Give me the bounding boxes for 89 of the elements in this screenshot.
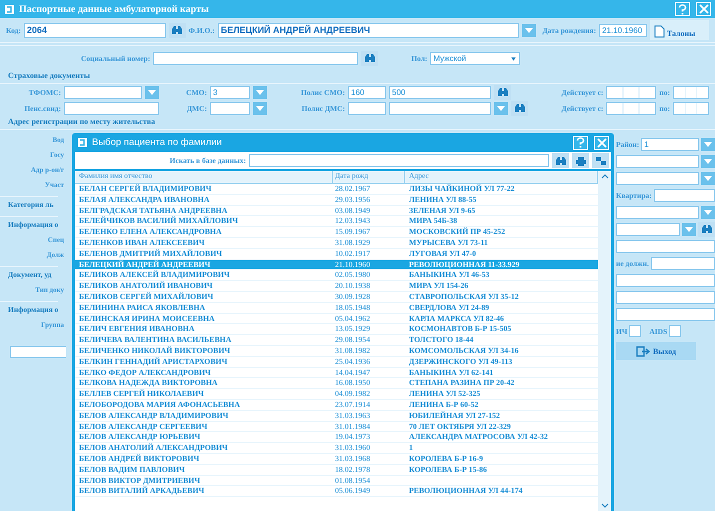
text-field[interactable] <box>654 188 715 202</box>
close-button[interactable] <box>594 136 609 150</box>
close-button[interactable] <box>696 2 711 16</box>
birth-date-field[interactable]: 21.10.1960 <box>599 24 647 36</box>
chevron-up-icon[interactable] <box>600 174 608 179</box>
date-field[interactable] <box>673 86 709 98</box>
binoculars-icon <box>496 87 508 97</box>
search-button[interactable] <box>494 84 511 100</box>
caret-icon <box>509 54 518 62</box>
polis-number-field[interactable] <box>389 102 491 114</box>
checkbox[interactable] <box>629 325 642 337</box>
text-field[interactable] <box>616 206 699 218</box>
code-field[interactable]: 2064 <box>24 22 166 38</box>
caret-icon <box>704 210 712 214</box>
help-button[interactable] <box>675 2 690 16</box>
search-field[interactable] <box>249 154 549 167</box>
dropdown-button[interactable] <box>682 222 696 236</box>
print-button[interactable] <box>572 153 589 168</box>
pension-field[interactable] <box>64 102 159 114</box>
caret-icon <box>148 90 156 94</box>
text-field[interactable] <box>616 290 715 304</box>
text-field[interactable] <box>616 308 715 320</box>
checkbox[interactable] <box>669 325 682 337</box>
chevron-down-icon[interactable] <box>600 503 608 508</box>
binoculars-icon <box>554 156 566 166</box>
exit-icon <box>636 346 650 356</box>
dropdown-button[interactable] <box>701 154 715 168</box>
binoculars-icon <box>700 224 712 234</box>
squares-icon <box>594 156 606 166</box>
polis-series-field[interactable] <box>348 102 386 114</box>
dropdown-button[interactable] <box>253 102 267 114</box>
dropdown-button[interactable] <box>145 86 159 98</box>
dialog-title: Выбор пациента по фамилии <box>92 137 222 148</box>
text-field[interactable] <box>616 240 715 252</box>
exit-button[interactable]: Выход <box>616 342 696 360</box>
text-field[interactable] <box>616 154 699 168</box>
window-icon <box>4 4 15 14</box>
help-button[interactable] <box>573 136 588 150</box>
search-button[interactable] <box>169 22 186 38</box>
section-heading: Страховые документы <box>0 70 715 84</box>
text-field[interactable] <box>616 172 699 184</box>
toolbar-button[interactable] <box>592 153 609 168</box>
search-button[interactable] <box>511 100 528 116</box>
document-icon <box>654 25 665 38</box>
binoculars-icon <box>171 25 184 35</box>
caret-icon <box>685 226 693 232</box>
window-title: Паспортные данные амбулаторной карты <box>19 4 209 14</box>
caret-icon <box>525 28 534 32</box>
window-icon <box>77 137 88 148</box>
sex-select[interactable]: Мужской <box>430 52 520 64</box>
text-field[interactable]: 1 <box>641 138 699 150</box>
search-button[interactable] <box>698 222 715 236</box>
search-button[interactable] <box>552 153 569 168</box>
date-field[interactable] <box>673 102 709 114</box>
caret-icon <box>704 158 712 164</box>
dropdown-button[interactable] <box>701 138 715 150</box>
caret-icon <box>704 176 712 180</box>
dropdown-button[interactable] <box>701 206 715 218</box>
text-field[interactable] <box>650 256 715 270</box>
talons-button[interactable]: Талоны <box>650 20 709 40</box>
polis-series-field[interactable]: 160 <box>348 86 386 98</box>
dms-field[interactable] <box>210 102 250 114</box>
close-icon <box>596 138 606 148</box>
tfoms-field[interactable] <box>64 86 142 98</box>
polis-number-field[interactable]: 500 <box>389 86 491 98</box>
dropdown-button[interactable] <box>253 86 267 98</box>
dropdown-button[interactable] <box>522 24 536 36</box>
section-heading: Адрес регистрации по месту жительства <box>0 116 715 130</box>
caret-icon <box>497 106 505 110</box>
question-mark-icon <box>678 4 687 14</box>
fio-field[interactable]: БЕЛЕЦКИЙ АНДРЕЙ АНДРЕЕВИЧ <box>218 22 520 38</box>
close-icon <box>698 4 708 14</box>
date-field[interactable] <box>606 86 656 98</box>
binoculars-icon <box>364 53 376 63</box>
search-button[interactable] <box>361 50 378 66</box>
binoculars-icon <box>514 103 526 113</box>
dropdown-button[interactable] <box>494 102 508 114</box>
caret-icon <box>256 106 264 110</box>
dropdown-button[interactable] <box>701 172 715 184</box>
scrollbar[interactable] <box>598 171 611 511</box>
question-mark-icon <box>576 137 585 148</box>
smo-field[interactable]: 3 <box>210 86 250 98</box>
date-field[interactable] <box>606 102 656 114</box>
text-field[interactable] <box>616 274 715 286</box>
caret-icon <box>256 90 264 94</box>
social-number-field[interactable] <box>153 52 358 64</box>
text-field[interactable] <box>10 346 66 358</box>
caret-icon <box>704 142 712 146</box>
text-field[interactable] <box>616 222 680 236</box>
